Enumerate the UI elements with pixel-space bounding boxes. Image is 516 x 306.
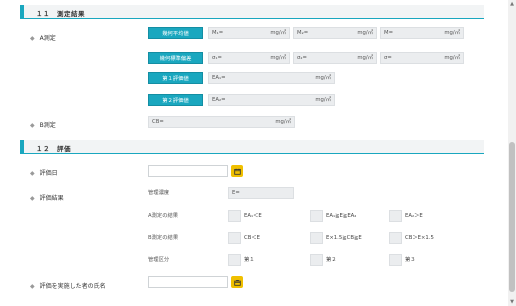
- class-label: 管理区分: [148, 257, 170, 263]
- bullet-dot-icon: ◆: [30, 35, 35, 42]
- ea2-field[interactable]: EA₂= mg/㎥: [208, 94, 335, 106]
- section-header-measurement-results: １１ 測定結果: [20, 5, 484, 19]
- b-result-option-2-label: E×1.5≧CB≧E: [326, 235, 362, 241]
- section-title: １２ 評価: [36, 145, 71, 153]
- cb-field[interactable]: CB= mg/㎥: [148, 116, 295, 128]
- bullet-dot-icon: ◆: [30, 122, 35, 129]
- scroll-up-arrow-icon[interactable]: ▲: [508, 0, 516, 8]
- calendar-icon: [233, 168, 241, 175]
- b-result-label: B測定の結果: [148, 235, 179, 241]
- class-option-1-checkbox[interactable]: [228, 254, 241, 266]
- eval-result-label: ◆ 評価結果: [30, 195, 64, 202]
- a-result-option-1-checkbox[interactable]: [228, 210, 241, 222]
- a-result-option-2-label: EA₁≧E≧EA₂: [326, 213, 357, 219]
- class-option-1-label: 第１: [244, 257, 255, 263]
- vertical-scrollbar[interactable]: ▲ ▼: [508, 0, 516, 306]
- m-field[interactable]: M= mg/㎥: [380, 27, 464, 39]
- a-result-label: A測定の結果: [148, 213, 179, 219]
- eval-date-input[interactable]: [148, 165, 228, 177]
- a-result-option-2-checkbox[interactable]: [310, 210, 323, 222]
- class-option-3-checkbox[interactable]: [389, 254, 402, 266]
- evaluator-lookup-button[interactable]: [231, 276, 243, 288]
- eval2-button[interactable]: 第２評価値: [148, 94, 203, 106]
- sigma-field[interactable]: σ= mg/㎥: [380, 52, 464, 64]
- a-result-option-1-label: EA₁＜E: [244, 213, 262, 219]
- section-title: １１ 測定結果: [36, 10, 85, 18]
- folder-icon: [233, 279, 241, 286]
- b-result-option-3-checkbox[interactable]: [389, 232, 402, 244]
- class-option-2-label: 第２: [326, 257, 337, 263]
- eval1-button[interactable]: 第１評価値: [148, 72, 203, 84]
- geo-mean-button[interactable]: 幾何平均値: [148, 27, 203, 39]
- b-result-option-1-label: CB＜E: [244, 235, 260, 241]
- sigma1-field[interactable]: σ₁= mg/㎥: [208, 52, 290, 64]
- section-header-evaluation: １２ 評価: [20, 140, 484, 154]
- b-result-option-2-checkbox[interactable]: [310, 232, 323, 244]
- section-marker: [20, 5, 24, 19]
- a-result-option-3-label: EA₂＞E: [405, 213, 423, 219]
- class-option-2-checkbox[interactable]: [310, 254, 323, 266]
- m1-field[interactable]: M₁= mg/㎥: [208, 27, 290, 39]
- mgmt-conc-label: 管理濃度: [148, 190, 170, 196]
- class-option-3-label: 第３: [405, 257, 416, 263]
- a-measure-label: ◆ A測定: [30, 35, 56, 42]
- b-measure-label: ◆ B測定: [30, 122, 56, 129]
- scrollbar-thumb[interactable]: [509, 142, 515, 292]
- bullet-dot-icon: ◆: [30, 170, 35, 177]
- bullet-dot-icon: ◆: [30, 283, 35, 290]
- evaluator-label: ◆ 評価を実施した者の氏名: [30, 283, 106, 290]
- b-result-option-1-checkbox[interactable]: [228, 232, 241, 244]
- section-marker: [20, 140, 24, 154]
- sigma2-field[interactable]: σ₂= mg/㎥: [293, 52, 377, 64]
- a-result-option-3-checkbox[interactable]: [389, 210, 402, 222]
- m2-field[interactable]: M₂= mg/㎥: [293, 27, 377, 39]
- e-field[interactable]: E=: [228, 187, 294, 199]
- ea1-field[interactable]: EA₁= mg/㎥: [208, 72, 335, 84]
- scroll-down-arrow-icon[interactable]: ▼: [508, 298, 516, 306]
- b-result-option-3-label: CB＞E×1.5: [405, 235, 434, 241]
- calendar-button[interactable]: [231, 165, 243, 177]
- bullet-dot-icon: ◆: [30, 195, 35, 202]
- evaluator-name-input[interactable]: [148, 276, 228, 288]
- eval-date-label: ◆ 評価日: [30, 170, 58, 177]
- geo-std-button[interactable]: 幾何標準偏差: [148, 52, 203, 64]
